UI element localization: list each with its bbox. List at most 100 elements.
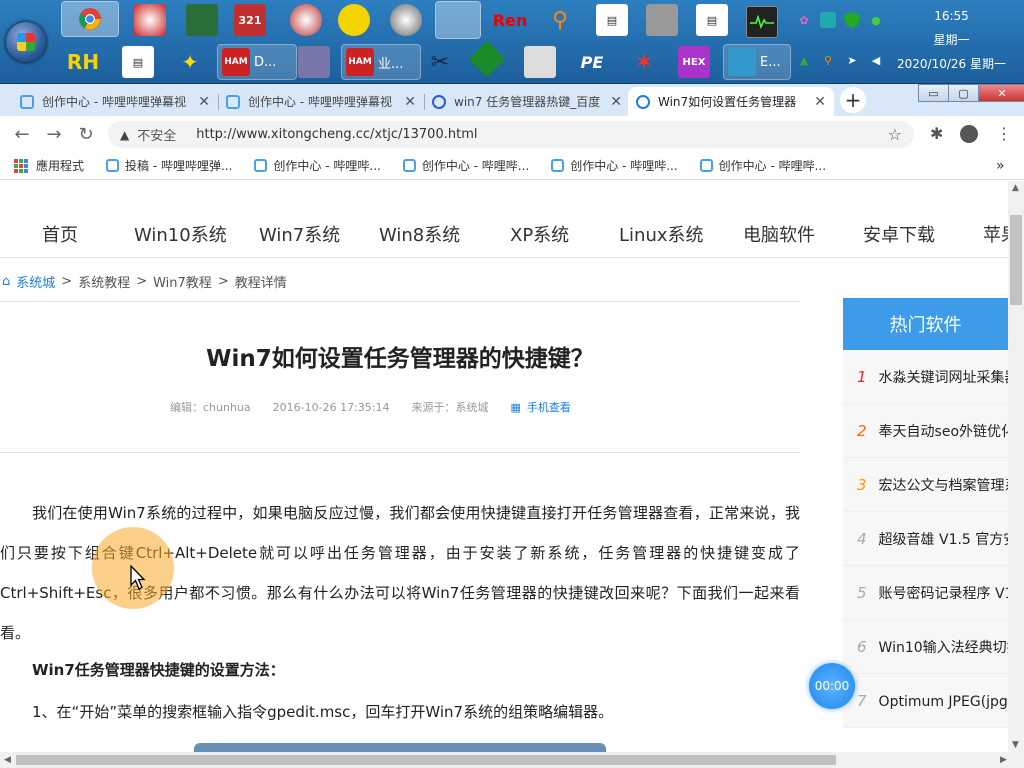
taskbar-window-2[interactable]: HAM 业... (341, 44, 421, 80)
breadcrumb-link[interactable]: 系统教程 (78, 272, 130, 291)
swirl-app-icon[interactable] (435, 1, 481, 39)
hot-software-item[interactable]: 3 宏达公文与档案管理系统 (843, 458, 1008, 512)
clock-weekday: 星期一 (933, 33, 970, 47)
close-tab-icon[interactable]: ✕ (814, 94, 826, 110)
monitor-app-icon[interactable] (186, 4, 218, 36)
extensions-icon[interactable]: ✱ (930, 124, 943, 143)
address-bar[interactable]: ▲ 不安全 http://www.xitongcheng.cc/xtjc/137… (108, 121, 914, 148)
picture-app-icon[interactable] (524, 46, 556, 78)
back-arrow-icon[interactable]: ← (6, 118, 38, 150)
breadcrumb-link[interactable]: Win7教程 (153, 272, 212, 291)
mobile-view-link[interactable]: ▦ 手机查看 (510, 399, 570, 415)
menu-kebab-icon[interactable]: ⋮ (996, 124, 1012, 143)
close-tab-icon[interactable]: ✕ (404, 94, 416, 110)
browser-tab[interactable]: 创作中心 - 哔哩哔哩弹幕视 ✕ (12, 87, 218, 116)
chrome-taskbar-icon[interactable] (61, 1, 119, 37)
bookmark-item[interactable]: 创作中心 - 哔哩哔... (254, 157, 381, 174)
apps-grid-icon[interactable] (14, 158, 28, 173)
grid-app-icon[interactable] (298, 46, 330, 78)
close-window-button[interactable]: ✕ (978, 84, 1024, 102)
hot-software-item[interactable]: 1 水淼关键词网址采集器 (843, 350, 1008, 404)
scroll-right-icon[interactable]: ▶ (1000, 755, 1007, 765)
bookmark-star-icon[interactable]: ☆ (888, 125, 902, 144)
nav-item[interactable]: Win8系统 (379, 221, 460, 247)
recording-timer-button[interactable]: 00:00 (809, 663, 855, 709)
calendar-321-icon[interactable]: 321 (234, 4, 266, 36)
forward-arrow-icon[interactable]: → (38, 118, 70, 150)
vertical-scrollbar[interactable]: ▲ ▼ (1008, 181, 1024, 752)
scissors-app-icon[interactable]: ✂ (424, 46, 456, 78)
browser-tab-active[interactable]: Win7如何设置任务管理器 ✕ (628, 87, 834, 116)
taskbar-clock[interactable]: 16:55 星期一 2020/10/26 星期一 (897, 4, 1006, 76)
tray-shield-icon[interactable] (844, 12, 860, 28)
no-entry-icon[interactable] (290, 4, 322, 36)
bookmark-item[interactable]: 创作中心 - 哔哩哔... (402, 157, 529, 174)
warning-icon[interactable]: ▲ (120, 128, 129, 142)
diamond-app-icon[interactable] (468, 40, 506, 78)
nav-item[interactable]: 电脑软件 (743, 221, 815, 247)
nav-item[interactable]: XP系统 (510, 221, 569, 247)
horizontal-scroll-thumb[interactable] (16, 755, 836, 765)
nav-item[interactable]: 苹果 (983, 221, 1008, 247)
tray-flower-icon[interactable]: ✿ (796, 12, 812, 28)
tray-volume-icon[interactable]: ◀ (868, 52, 884, 68)
nav-item[interactable]: Win7系统 (259, 221, 340, 247)
triangle-app-icon[interactable] (390, 4, 422, 36)
document-app-icon[interactable]: ▤ (596, 4, 628, 36)
taskbar-window-3[interactable]: E... (723, 44, 791, 80)
vertical-scroll-thumb[interactable] (1010, 215, 1022, 305)
browser-tab[interactable]: 创作中心 - 哔哩哔哩弹幕视 ✕ (218, 87, 424, 116)
start-button[interactable] (6, 22, 46, 62)
close-tab-icon[interactable]: ✕ (198, 94, 210, 110)
browser-tab[interactable]: win7 任务管理器热键_百度 ✕ (424, 87, 630, 116)
bookmarks-overflow-icon[interactable]: » (996, 158, 1005, 174)
flower-app-icon[interactable] (134, 4, 166, 36)
hot-software-item[interactable]: 5 账号密码记录程序 V1.0 (843, 566, 1008, 620)
tray-pointer-icon[interactable]: ➤ (844, 52, 860, 68)
file-app-icon[interactable]: ▤ (122, 46, 154, 78)
hot-software-item[interactable]: 2 奉天自动seo外链优化 (843, 404, 1008, 458)
horizontal-scrollbar[interactable]: ◀ ▶ (0, 752, 1024, 768)
nav-item[interactable]: 首页 (42, 221, 78, 247)
profile-avatar-icon[interactable] (960, 125, 978, 143)
chip-app-icon[interactable] (646, 4, 678, 36)
hex-app-icon[interactable]: HEX (678, 46, 710, 78)
bookmark-item[interactable]: 创作中心 - 哔哩哔... (699, 157, 826, 174)
hot-software-item[interactable]: 4 超级音雄 V1.5 官方安装版 (843, 512, 1008, 566)
hot-software-label: 超级音雄 V1.5 官方安装版 (878, 531, 1008, 548)
hot-software-item[interactable]: 6 Win10输入法经典切换 (843, 620, 1008, 674)
pe-app-icon[interactable]: PE (576, 46, 608, 78)
notepad-app-icon[interactable]: ▤ (696, 4, 728, 36)
scroll-left-icon[interactable]: ◀ (4, 755, 11, 765)
reload-icon[interactable]: ↻ (70, 118, 102, 150)
ren-app-icon[interactable]: Ren (493, 4, 528, 36)
tray-globe-icon[interactable]: ● (868, 12, 884, 28)
rh-app-icon[interactable]: RH (62, 46, 104, 78)
tray-network-icon[interactable] (820, 12, 836, 28)
minimize-button[interactable]: ▭ (918, 84, 949, 102)
scroll-up-icon[interactable]: ▲ (1012, 183, 1019, 193)
tray-triangle-icon[interactable]: ▲ (796, 52, 812, 68)
star-burst-app-icon[interactable]: ✶ (628, 46, 660, 78)
url-input[interactable]: http://www.xitongcheng.cc/xtjc/13700.htm… (196, 127, 879, 142)
taskbar-window-1[interactable]: HAM D... (217, 44, 297, 80)
close-tab-icon[interactable]: ✕ (610, 94, 622, 110)
butterfly-app-icon[interactable]: ✦ (174, 46, 206, 78)
new-tab-button[interactable]: + (840, 87, 866, 113)
tray-search-icon[interactable]: ⚲ (820, 52, 836, 68)
nav-item[interactable]: Linux系统 (619, 221, 704, 247)
nav-item[interactable]: Win10系统 (134, 221, 227, 247)
bookmark-item[interactable]: 创作中心 - 哔哩哔... (551, 157, 678, 174)
security-label[interactable]: 不安全 (137, 125, 176, 144)
bookmark-apps[interactable]: 應用程式 (36, 157, 84, 174)
hot-software-item[interactable]: 7 Optimum JPEG(jpg压缩) (843, 674, 1008, 728)
maximize-button[interactable]: ▢ (948, 84, 979, 102)
scroll-down-icon[interactable]: ▼ (1012, 740, 1019, 750)
bookmark-item[interactable]: 投稿 - 哔哩哔哩弹... (106, 157, 232, 174)
heart-app-icon[interactable] (338, 4, 370, 36)
breadcrumb-link[interactable]: 系统城 (16, 272, 55, 291)
search-app-icon[interactable]: ⚲ (544, 4, 576, 36)
nav-item[interactable]: 安卓下载 (863, 221, 935, 247)
home-icon[interactable]: ⌂ (2, 274, 10, 289)
pulse-app-icon[interactable] (746, 6, 778, 38)
